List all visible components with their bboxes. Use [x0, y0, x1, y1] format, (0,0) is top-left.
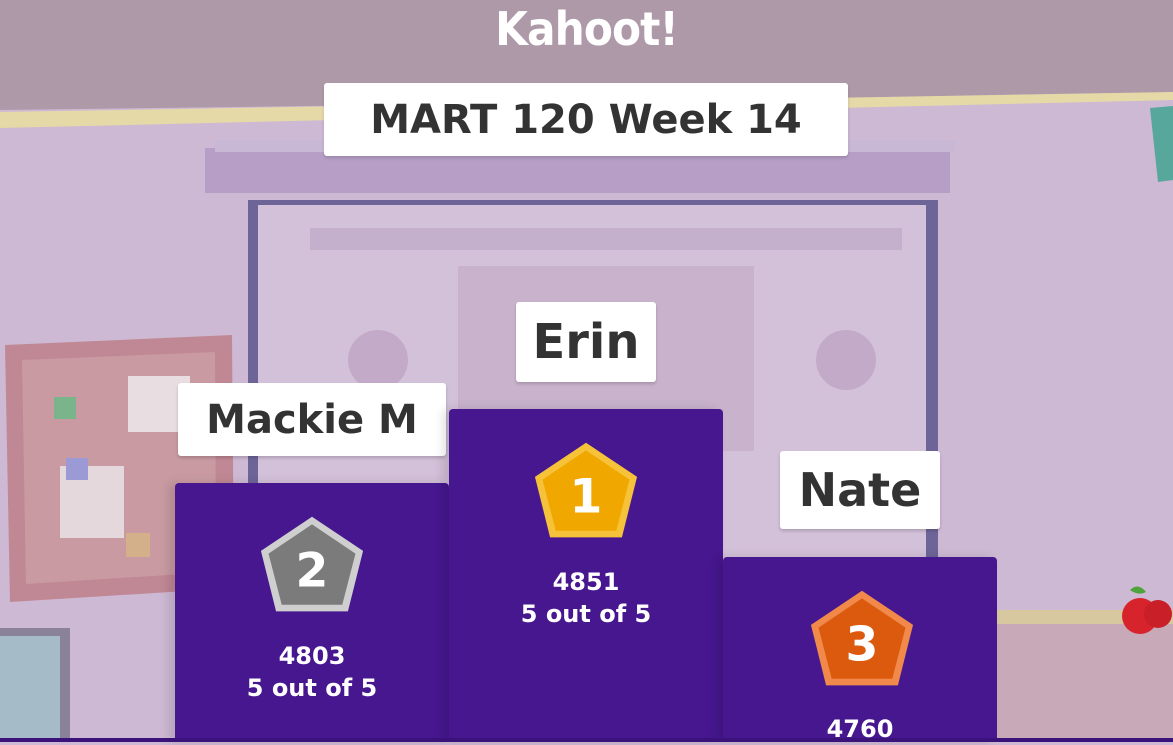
third-place-name: Nate	[780, 451, 940, 529]
first-place-podium: 1 4851 5 out of 5	[449, 409, 723, 742]
silver-medal-icon: 2	[260, 516, 364, 612]
second-place-podium: 2 4803 5 out of 5	[175, 483, 449, 742]
third-place-rank: 3	[846, 618, 879, 673]
quiz-title: MART 120 Week 14	[324, 83, 848, 156]
second-place-name: Mackie M	[178, 383, 446, 456]
bronze-medal-icon: 3	[810, 590, 914, 686]
first-place-rank: 1	[570, 470, 603, 525]
first-place-score: 4851	[552, 568, 620, 596]
gold-medal-icon: 1	[534, 442, 638, 538]
first-place-correct: 5 out of 5	[520, 600, 652, 628]
second-place-correct: 5 out of 5	[246, 674, 378, 702]
second-place-rank: 2	[296, 544, 329, 599]
kahoot-logo: Kahoot!	[495, 2, 679, 56]
second-place-score: 4803	[278, 642, 346, 670]
third-place-podium: 3 4760	[723, 557, 997, 743]
first-place-name: Erin	[516, 302, 656, 382]
bottom-bar	[0, 738, 1173, 742]
